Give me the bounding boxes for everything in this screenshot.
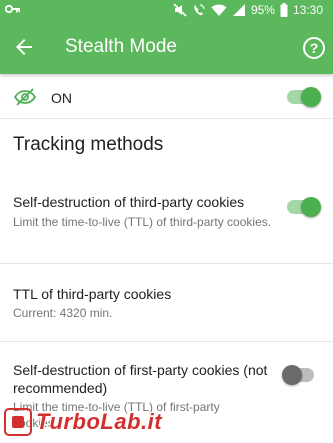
- setting-ttl-third-party[interactable]: TTL of third-party cookies Current: 4320…: [0, 284, 333, 334]
- watermark-logo: TurboLab.it: [4, 404, 162, 440]
- arrow-back-icon[interactable]: [12, 35, 36, 59]
- page-title: Stealth Mode: [65, 36, 177, 57]
- master-toggle-row[interactable]: ON: [0, 77, 333, 119]
- key-icon: [5, 4, 20, 14]
- switch-thumb: [301, 87, 321, 107]
- divider: [0, 263, 333, 264]
- app-bar: Stealth Mode ?: [0, 20, 333, 74]
- watermark-logo-icon: [4, 408, 32, 436]
- eye-off-icon: [13, 88, 37, 106]
- status-bar: 95% 13:30: [0, 0, 333, 20]
- battery-icon: [280, 3, 288, 17]
- setting-title: TTL of third-party cookies: [13, 286, 172, 302]
- section-title: Tracking methods: [13, 134, 164, 155]
- clock: 13:30: [292, 3, 323, 17]
- watermark-text: TurboLab.it: [36, 409, 163, 434]
- wifi-icon: [211, 4, 227, 16]
- setting-title: Self-destruction of first-party cookies …: [13, 362, 268, 396]
- setting-title: Self-destruction of third-party cookies: [13, 194, 245, 210]
- help-icon[interactable]: ?: [303, 37, 325, 59]
- battery-percentage: 95%: [250, 3, 275, 17]
- switch-thumb: [282, 365, 302, 385]
- third-party-cookies-switch[interactable]: [287, 195, 321, 219]
- setting-subtitle: Current: 4320 min.: [13, 306, 113, 320]
- mute-icon: [173, 3, 187, 17]
- master-switch[interactable]: [287, 85, 321, 109]
- setting-subtitle: Limit the time-to-live (TTL) of third-pa…: [13, 215, 272, 229]
- master-toggle-label: ON: [51, 90, 72, 106]
- setting-third-party-cookies[interactable]: Self-destruction of third-party cookies …: [0, 192, 333, 262]
- divider: [0, 341, 333, 342]
- signal-icon: [232, 4, 245, 16]
- switch-thumb: [301, 197, 321, 217]
- first-party-cookies-switch[interactable]: [281, 363, 315, 387]
- wifi-call-icon: [194, 4, 205, 16]
